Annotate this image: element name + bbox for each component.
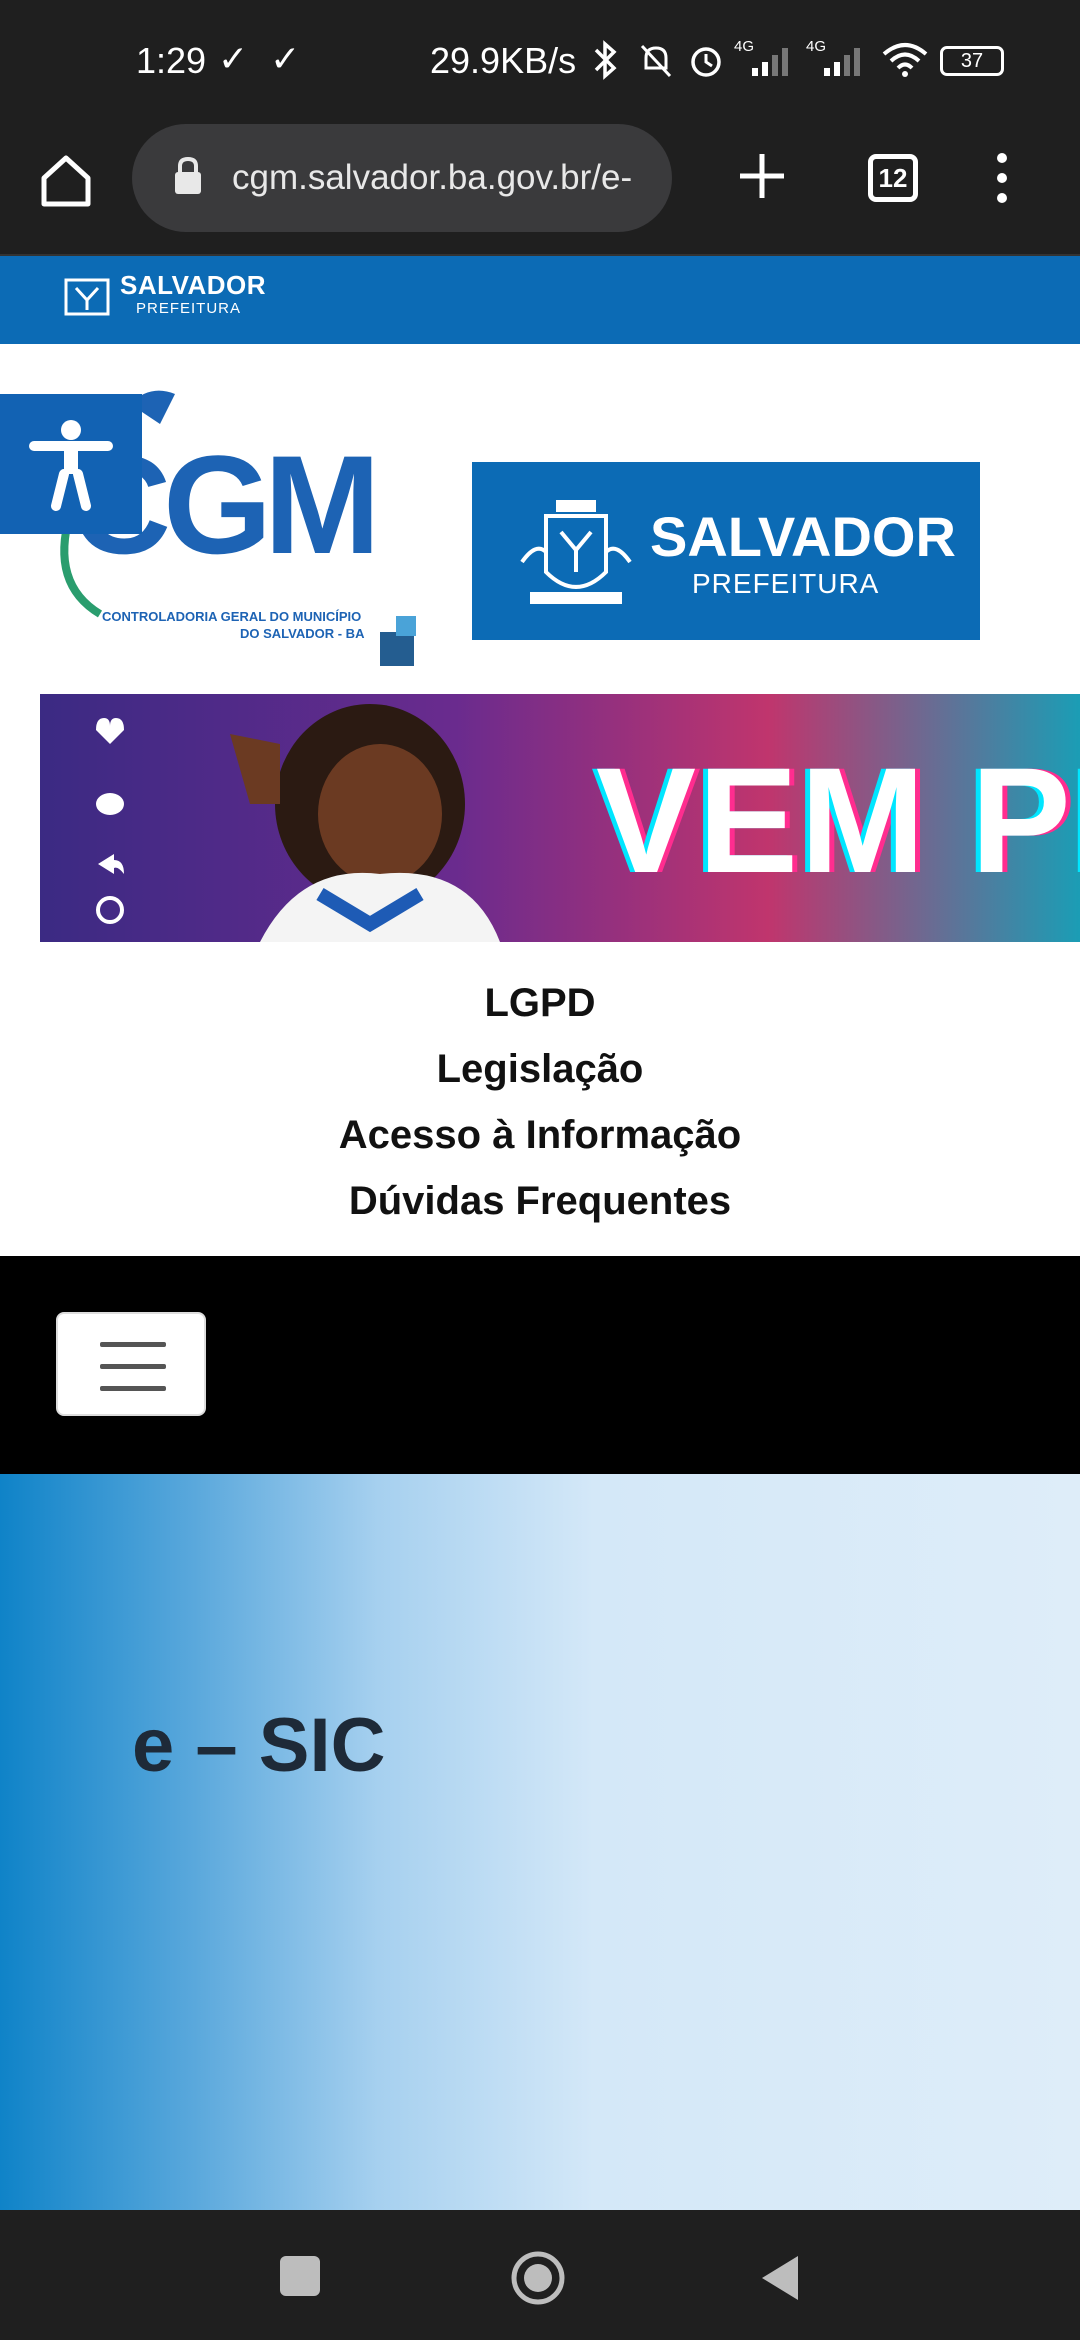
home-icon[interactable] <box>36 150 96 210</box>
home-nav-icon[interactable] <box>510 2250 566 2306</box>
salvador-title: SALVADOR <box>650 505 956 568</box>
cgm-subtitle-line1: CONTROLADORIA GERAL DO MUNICÍPIO <box>102 609 362 624</box>
notification-check-icons: ✓ ✓ <box>218 38 307 79</box>
main-navbar <box>0 1256 1080 1474</box>
tab-switcher-button[interactable]: 12 <box>868 154 918 202</box>
page-hero: e – SIC <box>0 1474 1080 2210</box>
link-duvidas-frequentes[interactable]: Dúvidas Frequentes <box>0 1168 1080 1234</box>
hamburger-line <box>100 1364 166 1369</box>
lock-icon <box>175 156 201 194</box>
new-tab-icon[interactable] <box>734 148 790 204</box>
status-bar: 1:29 ✓ ✓ 29.9KB/s 4G 4G 37 <box>0 0 1080 124</box>
promo-banner[interactable]: VEM PR <box>40 694 1080 942</box>
battery-icon: 37 <box>940 46 1004 76</box>
signal-icon-1 <box>752 48 788 76</box>
alarm-icon <box>691 47 721 77</box>
prefeitura-header-strip: SALVADOR PREFEITURA <box>0 256 1080 344</box>
page-title: e – SIC <box>132 1703 386 1788</box>
back-nav-icon[interactable] <box>758 2254 802 2302</box>
salvador-crest-icon <box>64 278 110 316</box>
wifi-icon <box>882 43 928 77</box>
salvador-subtitle: PREFEITURA <box>692 568 880 599</box>
url-text: cgm.salvador.ba.gov.br/e- <box>232 158 633 197</box>
bluetooth-icon <box>594 40 617 80</box>
system-nav-bar <box>0 2210 1080 2340</box>
salvador-coat-of-arms-icon <box>520 500 632 604</box>
recent-apps-icon[interactable] <box>278 2254 322 2298</box>
logos-section: CGM CONTROLADORIA GERAL DO MUNICÍPIO DO … <box>0 344 1080 684</box>
menu-toggle-button[interactable] <box>56 1312 206 1416</box>
link-lgpd[interactable]: LGPD <box>0 970 1080 1036</box>
banner-child-photo <box>230 704 500 942</box>
hamburger-line <box>100 1342 166 1347</box>
prefeitura-salvador-logo[interactable]: SALVADOR PREFEITURA <box>472 462 980 640</box>
link-legislacao[interactable]: Legislação <box>0 1036 1080 1102</box>
address-bar[interactable]: cgm.salvador.ba.gov.br/e- <box>132 124 672 232</box>
more-options-icon[interactable] <box>990 150 1014 206</box>
top-links-nav: LGPD Legislação Acesso à Informação Dúvi… <box>0 970 1080 1256</box>
accessibility-person-icon <box>29 420 113 511</box>
network-speed: 29.9KB/s <box>430 40 577 81</box>
accessibility-button[interactable] <box>0 394 142 534</box>
status-time: 1:29 <box>136 40 207 81</box>
cgm-subtitle-line2: DO SALVADOR - BA <box>240 626 365 641</box>
strip-subtitle: PREFEITURA <box>136 300 242 317</box>
mute-bell-icon <box>640 44 672 78</box>
strip-title: SALVADOR <box>120 270 267 300</box>
social-icons-column <box>96 718 124 924</box>
signal-icon-2 <box>824 48 860 76</box>
banner-headline: VEM PR <box>596 736 1080 904</box>
browser-toolbar: cgm.salvador.ba.gov.br/e- 12 <box>0 124 1080 256</box>
battery-level: 37 <box>960 50 984 72</box>
hamburger-line <box>100 1386 166 1391</box>
link-acesso-informacao[interactable]: Acesso à Informação <box>0 1102 1080 1168</box>
